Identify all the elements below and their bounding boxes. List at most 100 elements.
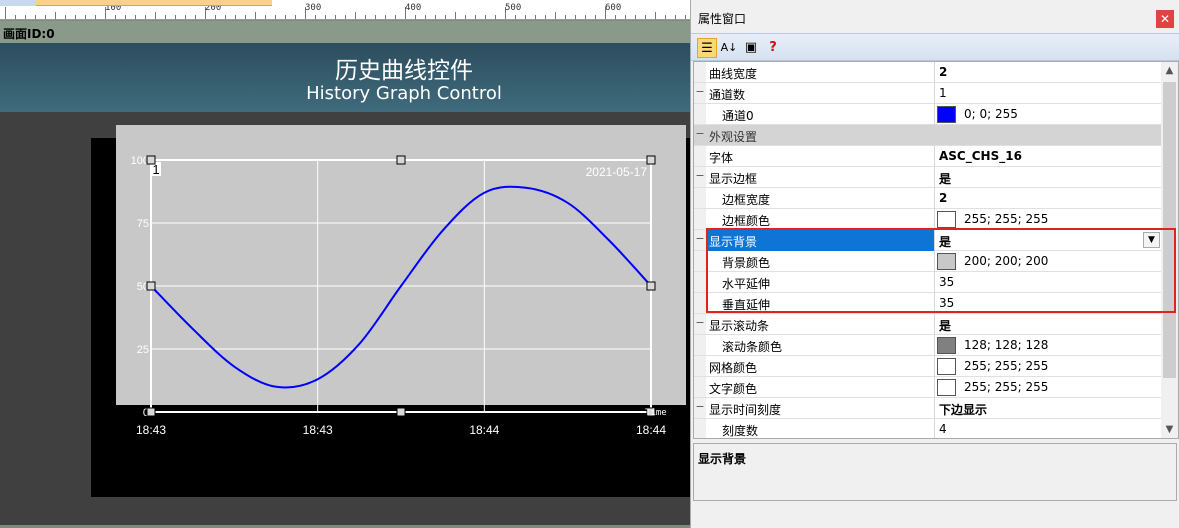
ruler-tick [515,15,516,19]
resize-handle[interactable] [146,407,156,417]
description-title: 显示背景 [698,452,747,466]
property-row[interactable]: − 显示时间刻度 下边显示 [694,398,1161,419]
collapse-toggle-icon[interactable]: − [695,127,705,142]
property-value[interactable]: 255; 255; 255 [964,212,1048,226]
ruler-tick [75,15,76,19]
property-value[interactable]: 是 [939,170,951,187]
alphabetical-icon[interactable]: A↓ [719,38,739,58]
column-separator [934,419,935,438]
property-value[interactable]: 下边显示 [939,401,987,418]
ruler-tick [635,15,636,19]
ruler-tick [235,15,236,19]
ruler-tick [665,15,666,19]
scroll-down-icon[interactable]: ▼ [1161,421,1178,438]
series-line [150,185,652,389]
ruler-tick [685,15,686,19]
ruler-label: 500 [505,3,522,13]
ruler-tick [345,15,346,19]
resize-handle[interactable] [396,155,406,165]
ruler-tick [15,15,16,19]
property-value[interactable]: 2 [939,191,947,205]
column-separator [934,146,935,167]
property-value[interactable]: 4 [939,422,947,436]
property-name: 网格颜色 [709,361,758,375]
property-name: 通道0 [722,109,754,123]
resize-handle[interactable] [396,407,406,417]
ruler-tick [445,15,446,19]
property-row[interactable]: 刻度数 4 [694,419,1161,438]
resize-handle[interactable] [146,155,156,165]
property-row[interactable]: 边框颜色 255; 255; 255 [694,209,1161,230]
property-value[interactable]: 0; 0; 255 [964,107,1018,121]
property-pages-icon[interactable]: ▣ [741,38,761,58]
resize-handle[interactable] [646,155,656,165]
document-tab-strip[interactable] [0,0,272,6]
color-swatch[interactable] [937,379,956,396]
ruler-tick [675,15,676,19]
property-value[interactable]: 255; 255; 255 [964,359,1048,373]
ruler-tick [465,15,466,19]
property-row[interactable]: 边框宽度 2 [694,188,1161,209]
property-name: 文字颜色 [709,382,758,396]
property-name: 滚动条颜色 [722,340,783,354]
property-category-row[interactable]: − 外观设置 [694,125,1161,146]
ruler-tick [565,15,566,19]
property-row[interactable]: − 显示滚动条 是 [694,314,1161,335]
tab-left[interactable] [0,0,36,6]
property-name: 显示边框 [709,172,758,186]
ruler-tick [425,15,426,19]
collapse-toggle-icon[interactable]: − [695,316,705,331]
ruler-tick [355,12,356,19]
collapse-toggle-icon[interactable]: − [695,85,705,100]
collapse-toggle-icon[interactable]: − [695,169,705,184]
property-row[interactable]: 曲线宽度 2 [694,62,1161,83]
ruler-tick [415,15,416,19]
property-row[interactable]: 滚动条颜色 128; 128; 128 [694,335,1161,356]
property-value[interactable]: 128; 128; 128 [964,338,1048,352]
help-icon[interactable]: ? [763,38,783,58]
property-row[interactable]: − 显示边框 是 [694,167,1161,188]
scroll-up-icon[interactable]: ▲ [1161,62,1178,79]
property-row[interactable]: − 通道数 1 [694,83,1161,104]
color-swatch[interactable] [937,106,956,123]
collapse-toggle-icon[interactable]: − [695,400,705,415]
column-separator [934,209,935,230]
x-tick-label: 18:44 [636,423,666,437]
color-swatch[interactable] [937,358,956,375]
collapse-toggle-icon[interactable]: − [695,232,705,247]
property-value[interactable]: ASC_CHS_16 [939,149,1022,163]
property-name: 字体 [709,151,734,165]
column-separator [934,398,935,419]
resize-handle[interactable] [146,281,156,291]
property-value[interactable]: 2 [939,65,947,79]
close-icon[interactable]: ✕ [1156,10,1174,28]
ruler-tick [335,15,336,19]
resize-handle[interactable] [646,281,656,291]
ruler-tick [575,15,576,19]
ruler-tick [455,12,456,19]
color-swatch[interactable] [937,211,956,228]
ruler-tick [545,15,546,19]
x-tick-label: 18:44 [469,423,499,437]
column-separator [934,335,935,356]
property-row[interactable]: 文字颜色 255; 255; 255 [694,377,1161,398]
property-value[interactable]: 1 [939,86,947,100]
column-separator [934,167,935,188]
color-swatch[interactable] [937,337,956,354]
property-row[interactable]: 网格颜色 255; 255; 255 [694,356,1161,377]
property-name: 通道数 [709,88,746,102]
ruler-tick [495,15,496,19]
properties-titlebar[interactable]: 属性窗口 ✕ [691,0,1179,33]
property-row[interactable]: 通道0 0; 0; 255 [694,104,1161,125]
categorized-icon[interactable]: ☰ [697,38,717,58]
x-tick-label: 18:43 [303,423,333,437]
property-value[interactable]: 是 [939,317,951,334]
properties-title: 属性窗口 [698,12,747,26]
ruler-tick [145,15,146,19]
property-value[interactable]: 255; 255; 255 [964,380,1048,394]
property-row[interactable]: 字体 ASC_CHS_16 [694,146,1161,167]
title-banner[interactable]: 历史曲线控件 History Graph Control [0,43,802,112]
ruler-tick [585,15,586,19]
ruler-tick [195,15,196,19]
history-graph-chart[interactable]: 100755025018:43 18:43 18:44 18:442021-05-17… [116,125,686,445]
